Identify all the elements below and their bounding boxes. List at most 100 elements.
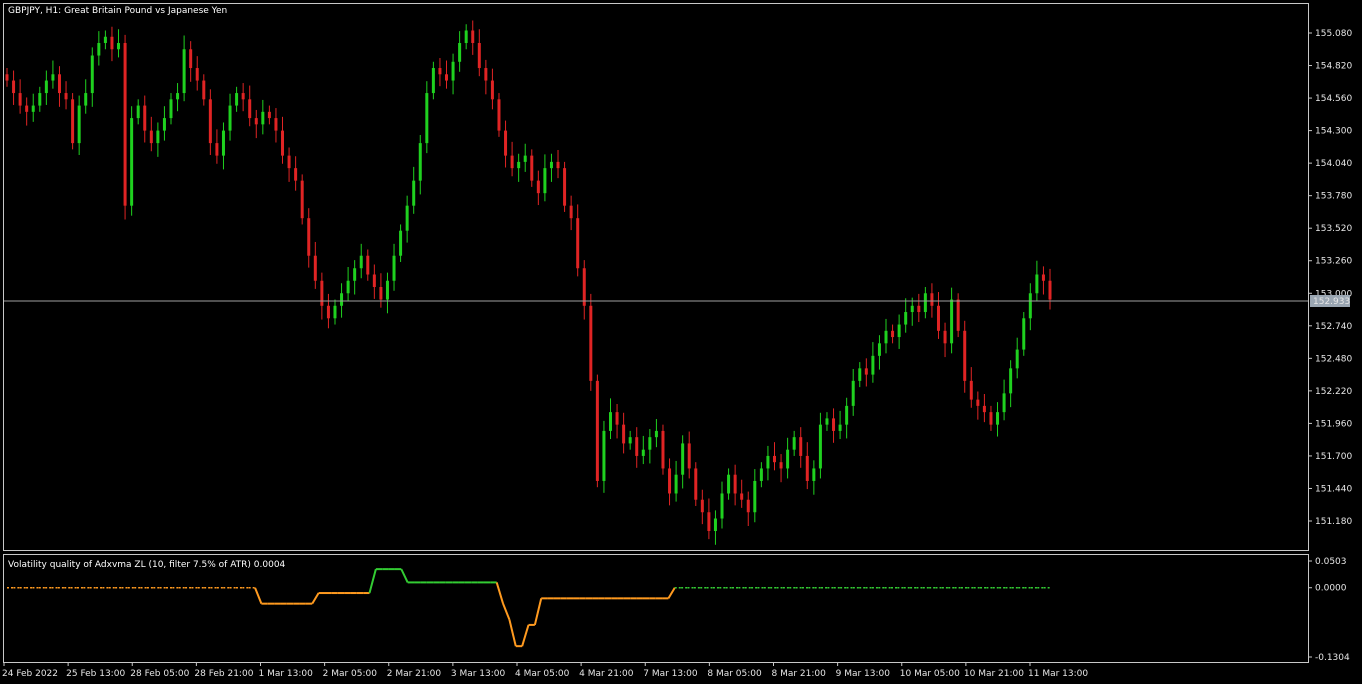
time-tick-label: 10 Mar 21:00 [964,669,1024,679]
candle-body [694,468,698,500]
time-tick-label: 1 Mar 13:00 [259,669,314,679]
candle-body [687,443,691,469]
candle-body [110,36,114,50]
candle-body [956,299,960,331]
candle-body [772,455,776,463]
candle [123,34,127,220]
candle [694,462,698,506]
candle-body [208,99,212,144]
candle-body [733,474,737,494]
candle-body [451,61,455,81]
price-tick-label: 151.440 [1315,484,1352,494]
candle-body [510,155,514,169]
price-tick-label: 152.220 [1315,387,1352,397]
candle-body [464,30,468,44]
candle-body [982,405,986,413]
candle-body [779,462,783,469]
candle-body [825,418,829,425]
candle-body [799,437,803,456]
time-tick-label: 24 Feb 2022 [2,669,58,679]
candle-body [445,74,449,81]
candle-body [805,455,809,481]
candle-body [818,424,822,469]
candle-body [97,43,101,56]
candle-body [241,93,245,100]
price-tick-label: 154.820 [1315,62,1352,72]
current-price-label: 152.933 [1313,297,1350,307]
candle-body [1022,318,1026,350]
candle-body [77,105,81,144]
candle-body [635,437,639,456]
candle-body [497,99,501,131]
candle-body [996,412,1000,425]
candle-body [176,93,180,100]
candle-body [340,293,344,306]
candle-body [989,412,993,425]
price-tick-label: 154.040 [1315,159,1352,169]
candle-body [530,155,534,181]
price-tick-label: 153.780 [1315,192,1352,202]
candle-body [471,30,475,44]
candle-body [700,499,704,513]
chart-canvas: 155.080 154.820 154.560 154.300 154.040 153.7… [0,0,1362,684]
candle-body [215,143,219,156]
candle-body [490,80,494,100]
candle-body [392,255,396,281]
candle-body [287,155,291,169]
candle-body [294,168,298,181]
candle-body [792,437,796,450]
candle-body [228,105,232,131]
candle-body [812,468,816,481]
price-tick-label: 155.080 [1315,29,1352,39]
candle-body [563,168,567,206]
candle-body [707,512,711,532]
candle-body [38,93,42,106]
candle-body [156,130,160,144]
candle-body [536,180,540,194]
time-tick-label: 3 Mar 13:00 [451,669,506,679]
candle-body [359,255,363,269]
candle-body [759,468,763,481]
candle-body [458,43,462,62]
price-tick-label: 152.740 [1315,322,1352,332]
candle-body [399,230,403,256]
candle-body [1028,293,1032,319]
time-tick-label: 2 Mar 05:00 [323,669,378,679]
time-tick-label: 2 Mar 21:00 [387,669,442,679]
candle-body [549,161,553,169]
candle-body [117,43,121,50]
candle-body [891,330,895,338]
time-tick-label: 4 Mar 21:00 [579,669,634,679]
candle-body [313,255,317,281]
candle-body [31,105,35,112]
candle-body [1035,274,1039,294]
candle-body [5,74,9,81]
candle [956,293,960,338]
candle-body [877,343,881,356]
candle-body [274,118,278,131]
candle-body [628,437,632,444]
time-tick-label: 7 Mar 13:00 [643,669,698,679]
candle-body [130,118,134,206]
time-tick-label: 9 Mar 13:00 [836,669,891,679]
candle-body [746,499,750,513]
candle [130,106,134,216]
price-tick-label: 151.700 [1315,452,1352,462]
candle-body [576,218,580,269]
candle-body [858,368,862,381]
candle-body [864,368,868,375]
candle-body [897,324,901,338]
candle-body [786,449,790,469]
candle-body [641,449,645,456]
candle-body [235,93,239,106]
candle-body [950,299,954,344]
candle-body [189,49,193,69]
candle-body [254,118,258,125]
time-tick-label: 28 Feb 05:00 [130,669,189,679]
candle-body [90,55,94,94]
candle-body [418,143,422,181]
candle-body [589,305,593,381]
candle-body [740,493,744,500]
candle-body [12,80,16,94]
candle-body [484,68,488,81]
